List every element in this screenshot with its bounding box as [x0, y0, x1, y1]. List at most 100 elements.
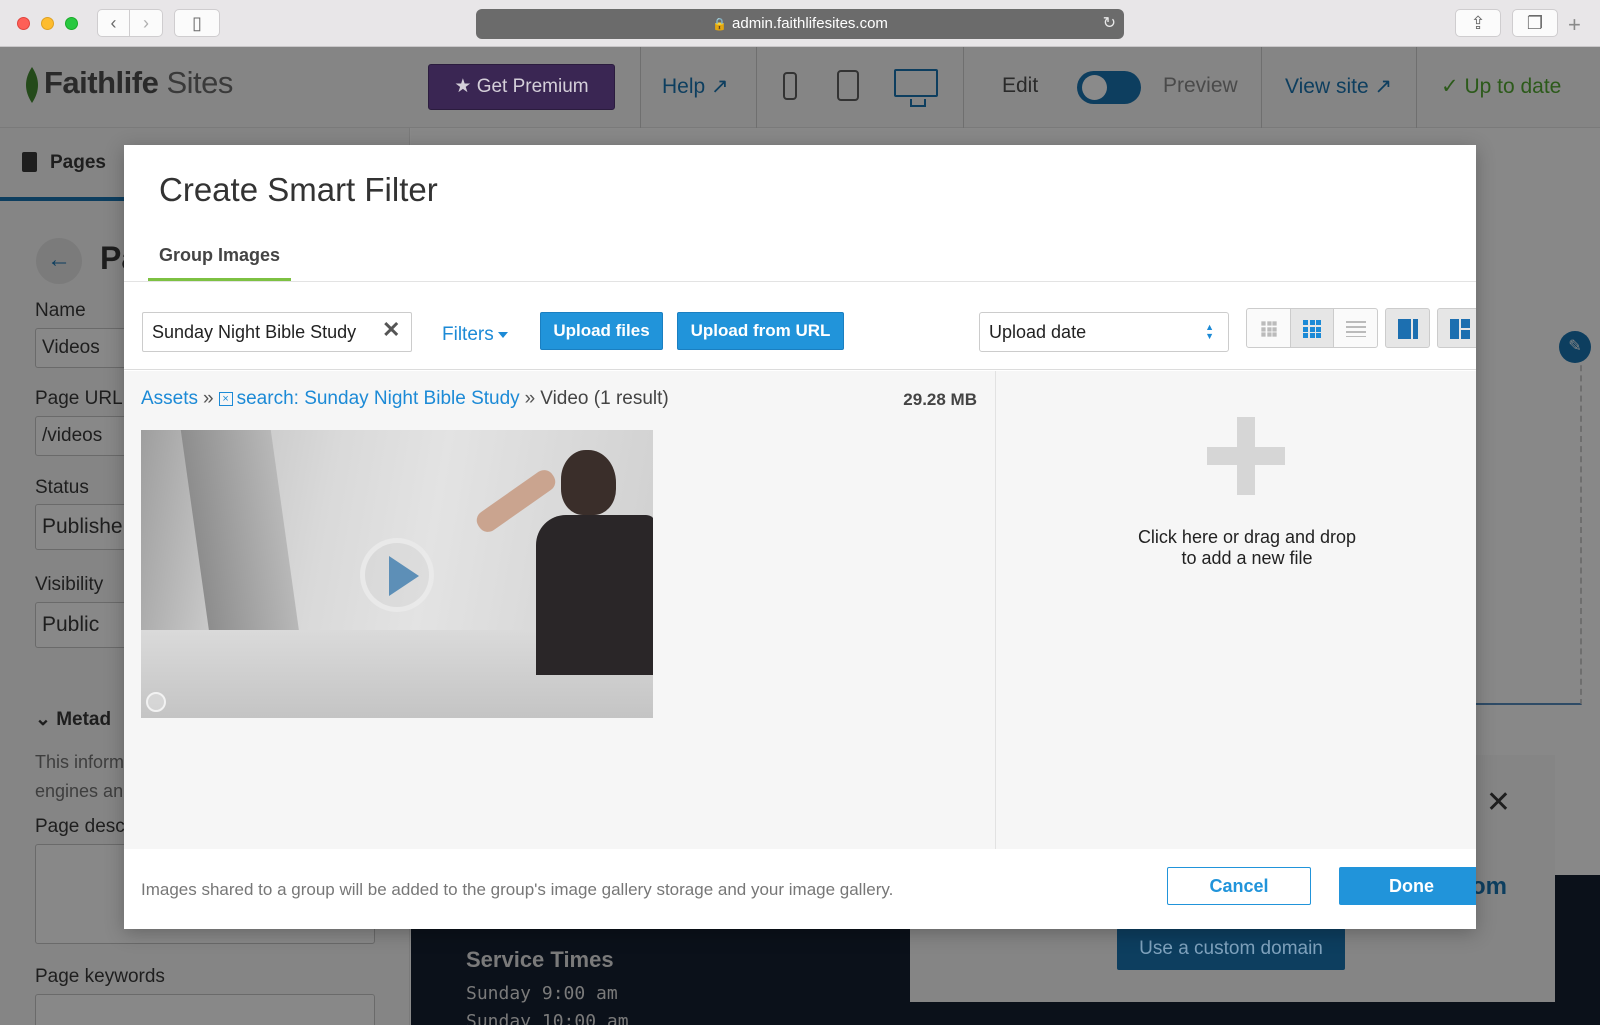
- select-arrows-icon: ▲ ▼: [1205, 322, 1214, 341]
- view-site-link[interactable]: View site ↗: [1285, 74, 1392, 99]
- minimize-window-button[interactable]: [41, 17, 54, 30]
- single-column-view-button[interactable]: [1385, 308, 1430, 348]
- tablet-preview-icon[interactable]: [837, 70, 859, 101]
- globe-icon: [146, 692, 166, 712]
- video-thumbnail[interactable]: [141, 430, 653, 718]
- header-divider: [756, 47, 757, 128]
- sort-value: Upload date: [989, 322, 1087, 342]
- forward-button[interactable]: ›: [130, 9, 163, 37]
- caret-down-icon: [497, 331, 508, 338]
- app-header: Faithlife Sites ★ Get Premium Help ↗ Edi…: [0, 47, 1600, 128]
- breadcrumb-separator: »: [203, 388, 214, 409]
- thumbnail-scene: [536, 515, 653, 675]
- pencil-icon: ✎: [1568, 338, 1582, 355]
- metadata-section-toggle[interactable]: ⌄ Metad: [35, 708, 111, 731]
- breadcrumb-type: Video: [540, 388, 589, 409]
- chevron-down-icon: ⌄: [35, 709, 57, 730]
- desktop-preview-icon[interactable]: [894, 69, 938, 107]
- arrow-left-icon: ←: [47, 246, 71, 273]
- service-time: Sunday 9:00 am: [466, 983, 618, 1004]
- help-label: Help: [662, 75, 706, 98]
- file-dropzone[interactable]: Click here or drag and drop to add a new…: [997, 371, 1476, 849]
- upload-from-url-button[interactable]: Upload from URL: [677, 312, 844, 350]
- close-icon[interactable]: ✕: [1486, 785, 1511, 820]
- external-link-icon: ↗: [711, 75, 729, 98]
- view-site-label: View site: [1285, 75, 1369, 98]
- faithlife-sites-logo[interactable]: Faithlife Sites: [22, 65, 233, 105]
- browser-toolbar: ‹ › ▯ 🔒 admin.faithlifesites.com ↻ ⇪ ❐ +: [0, 0, 1600, 47]
- dialog-footer: Images shared to a group will be added t…: [124, 849, 1476, 929]
- sidebar-toggle-button[interactable]: ▯: [174, 9, 220, 37]
- sort-select[interactable]: Upload date ▲ ▼: [979, 312, 1229, 352]
- back-arrow-button[interactable]: ←: [36, 238, 82, 284]
- logo-product-text: Sites: [166, 65, 233, 101]
- back-button[interactable]: ‹: [97, 9, 130, 37]
- masonry-view-button[interactable]: [1437, 308, 1476, 348]
- get-premium-label: Get Premium: [476, 76, 589, 97]
- remove-filter-icon[interactable]: ×: [218, 391, 233, 406]
- small-grid-view-button[interactable]: [1246, 308, 1291, 348]
- done-button[interactable]: Done: [1339, 867, 1476, 905]
- thumbnail-scene: [561, 450, 616, 515]
- dropzone-line: to add a new file: [1181, 548, 1313, 568]
- check-circle-icon: ✓: [1441, 75, 1465, 98]
- asset-browser: Assets» × search: Sunday Night Bible Study…: [124, 371, 1476, 849]
- new-tab-button[interactable]: +: [1568, 14, 1581, 36]
- upload-files-button[interactable]: Upload files: [540, 312, 663, 350]
- page-description-label: Page descr: [35, 816, 132, 837]
- edit-mode-label: Edit: [1002, 74, 1039, 97]
- service-time: Sunday 10:00 am: [466, 1011, 629, 1025]
- show-tabs-button[interactable]: ❐: [1512, 9, 1558, 37]
- tab-pages[interactable]: Pages: [0, 128, 125, 201]
- create-smart-filter-dialog: Create Smart Filter Group Images ✕ Filte…: [124, 145, 1476, 929]
- use-custom-domain-button[interactable]: Use a custom domain: [1117, 928, 1345, 970]
- play-triangle-icon: [389, 556, 419, 596]
- asset-toolbar: ✕ Filters Upload files Upload from URL U…: [124, 282, 1476, 370]
- zoom-window-button[interactable]: [65, 17, 78, 30]
- search-input[interactable]: [142, 312, 412, 352]
- address-bar[interactable]: 🔒 admin.faithlifesites.com ↻: [476, 9, 1124, 39]
- url-text: admin.faithlifesites.com: [732, 15, 888, 32]
- clear-search-icon[interactable]: ✕: [382, 317, 400, 343]
- small-grid-icon: [1260, 321, 1277, 337]
- edit-preview-toggle[interactable]: [1077, 71, 1141, 104]
- save-status-label: Up to date: [1464, 75, 1562, 98]
- star-icon: ★: [454, 76, 477, 97]
- reload-icon[interactable]: ↻: [1103, 9, 1116, 39]
- visibility-label: Visibility: [35, 574, 104, 595]
- tab-pages-label: Pages: [50, 152, 106, 173]
- plus-icon: [1207, 417, 1285, 495]
- mobile-preview-icon[interactable]: [783, 72, 797, 100]
- external-link-icon: ↗: [1374, 75, 1393, 98]
- sidebar-icon: ▯: [192, 13, 202, 33]
- grid-icon: [1303, 320, 1321, 339]
- cancel-button[interactable]: Cancel: [1167, 867, 1311, 905]
- toggle-knob: [1082, 75, 1107, 100]
- save-status: ✓ Up to date: [1441, 74, 1561, 99]
- result-count: (1 result): [593, 388, 669, 409]
- header-divider: [1261, 47, 1262, 128]
- page-url-label: Page URL: [35, 388, 123, 409]
- breadcrumb-assets-link[interactable]: Assets: [141, 388, 198, 409]
- grid-view-button[interactable]: [1290, 308, 1334, 348]
- tabs-icon: ❐: [1526, 13, 1544, 33]
- filters-label: Filters: [442, 324, 494, 345]
- share-button[interactable]: ⇪: [1455, 9, 1501, 37]
- results-pane: Assets» × search: Sunday Night Bible Study…: [124, 371, 996, 849]
- logo-brand-text: Faithlife: [44, 65, 159, 101]
- get-premium-button[interactable]: ★ Get Premium: [428, 64, 615, 110]
- chevron-right-icon: ›: [143, 13, 149, 33]
- share-icon: ⇪: [1470, 13, 1486, 33]
- tab-group-images[interactable]: Group Images: [148, 243, 292, 281]
- domain-heading: om: [1471, 873, 1507, 900]
- status-label: Status: [35, 477, 89, 498]
- list-view-button[interactable]: [1333, 308, 1378, 348]
- breadcrumb-search-link[interactable]: search: Sunday Night Bible Study: [237, 388, 520, 409]
- dropzone-line: Click here or drag and drop: [1137, 527, 1357, 547]
- page-icon: [22, 152, 37, 172]
- page-keywords-field[interactable]: [35, 994, 375, 1025]
- edit-section-button[interactable]: ✎: [1559, 331, 1591, 363]
- filters-dropdown[interactable]: Filters: [442, 324, 508, 346]
- help-link[interactable]: Help ↗: [662, 74, 729, 99]
- close-window-button[interactable]: [17, 17, 30, 30]
